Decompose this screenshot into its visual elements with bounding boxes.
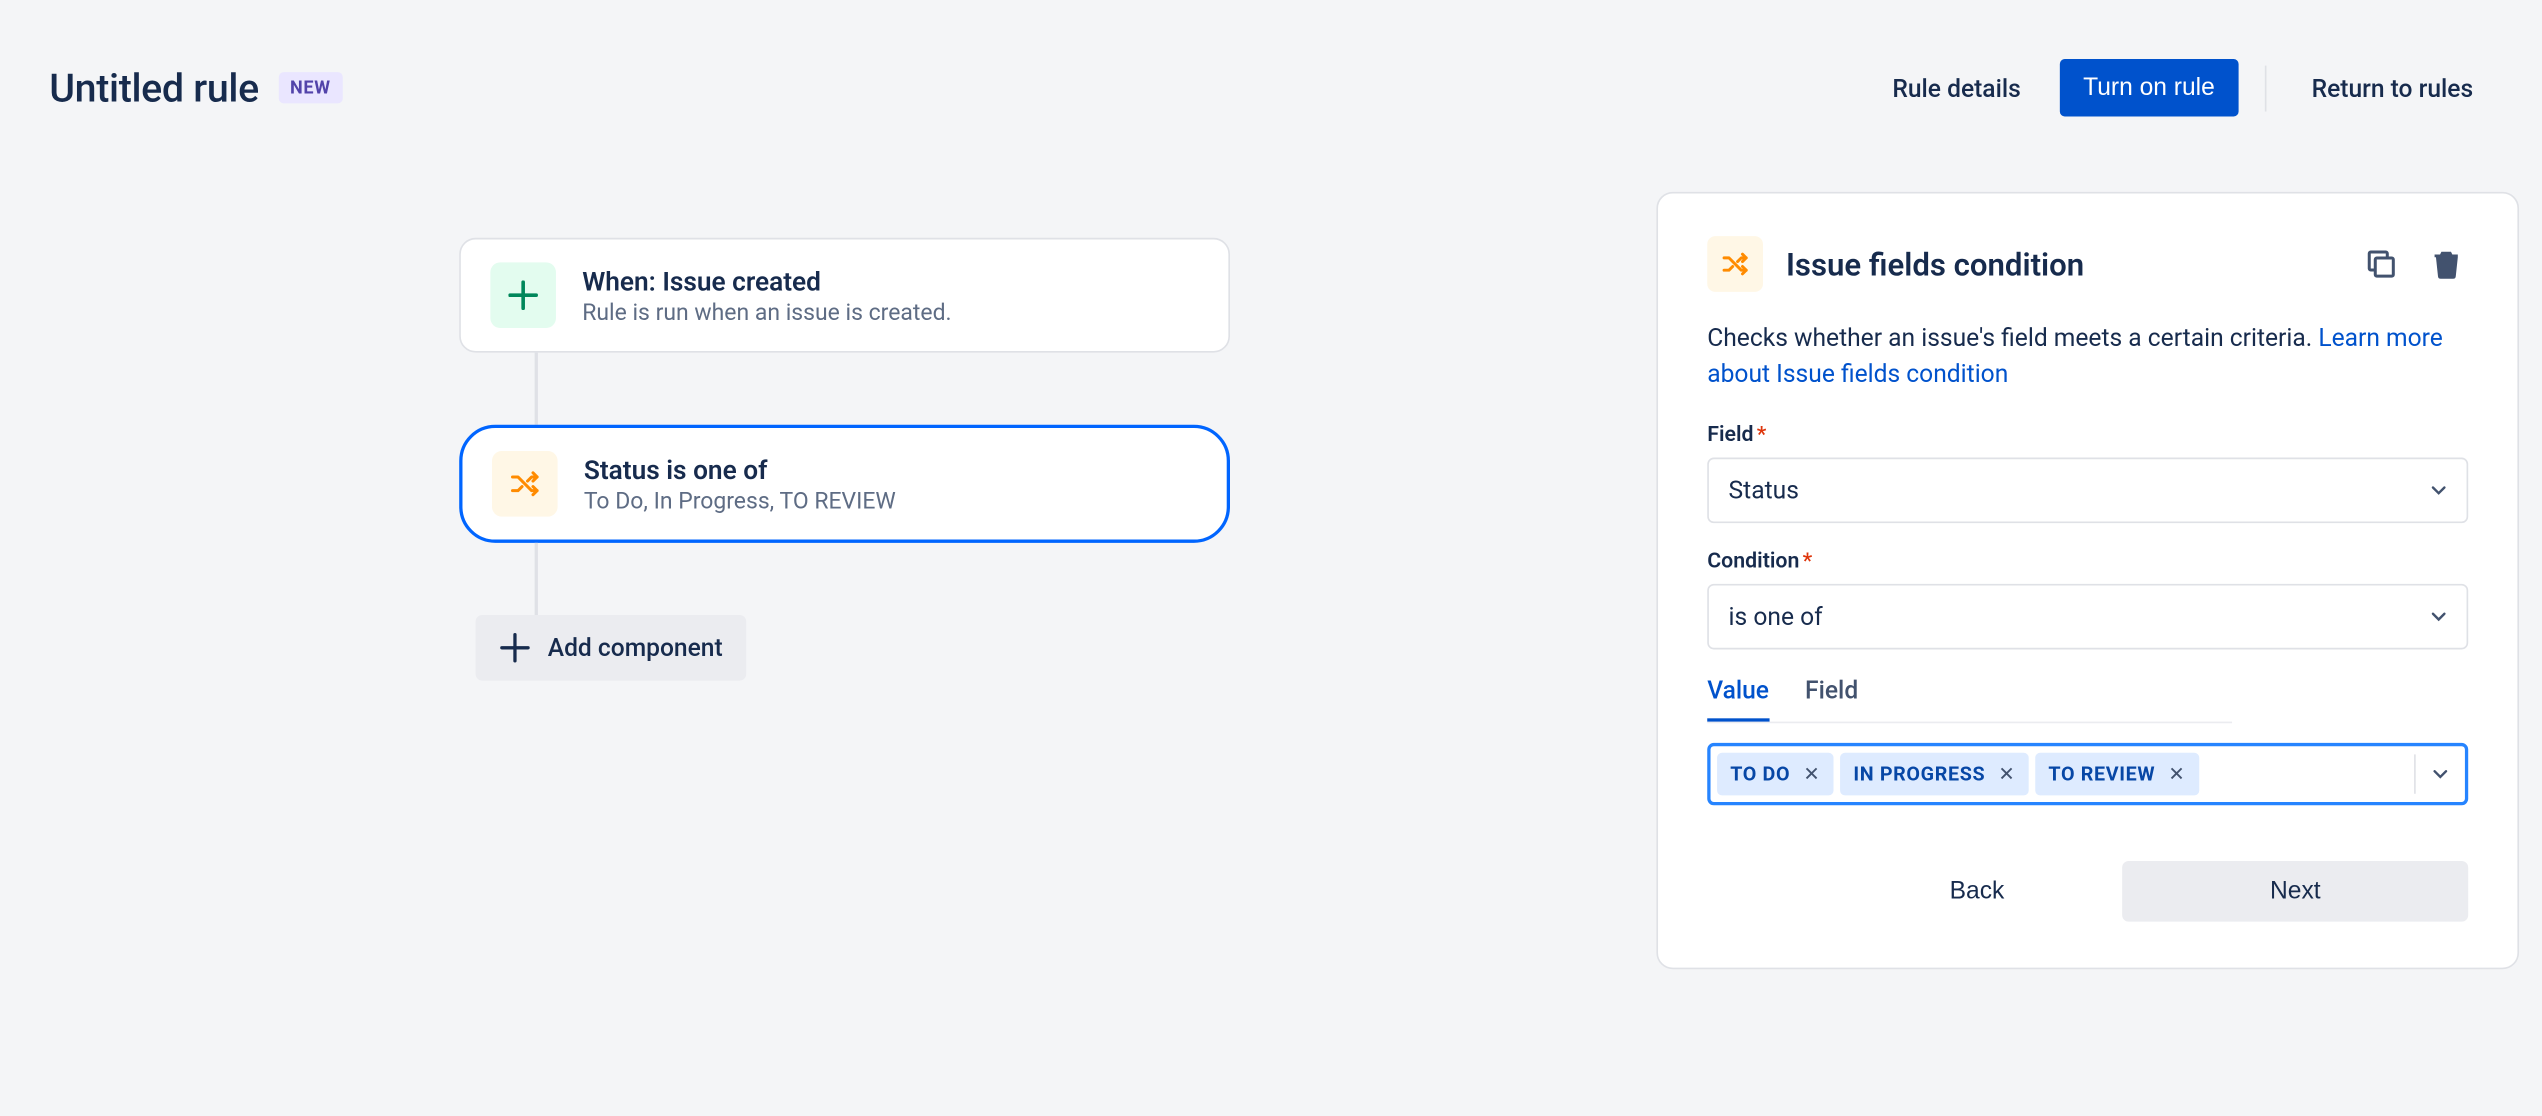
return-to-rules-link[interactable]: Return to rules — [2292, 60, 2493, 116]
page-header: Untitled rule NEW Rule details Turn on r… — [0, 0, 2542, 116]
shuffle-icon — [1707, 236, 1763, 292]
field-select[interactable]: Status — [1707, 457, 2468, 523]
tab-field[interactable]: Field — [1805, 675, 1858, 721]
copy-icon[interactable] — [2360, 243, 2403, 286]
chevron-down-icon[interactable] — [2429, 762, 2452, 785]
status-multiselect[interactable]: TO DO ✕ IN PROGRESS ✕ TO REVIEW ✕ — [1707, 742, 2468, 804]
new-badge: NEW — [279, 72, 343, 103]
rule-details-link[interactable]: Rule details — [1873, 60, 2041, 116]
panel-title: Issue fields condition — [1786, 245, 2337, 283]
chip-label: TO REVIEW — [2048, 762, 2155, 785]
back-button[interactable]: Back — [1851, 860, 2103, 921]
trigger-subtitle: Rule is run when an issue is created. — [582, 299, 951, 325]
condition-subtitle: To Do, In Progress, TO REVIEW — [584, 488, 896, 514]
connector-line — [535, 353, 538, 425]
rule-canvas: When: Issue created Rule is run when an … — [459, 238, 1312, 681]
add-component-button[interactable]: Add component — [476, 615, 746, 681]
multiselect-separator — [2414, 754, 2416, 793]
trigger-node[interactable]: When: Issue created Rule is run when an … — [459, 238, 1230, 353]
status-chip: TO DO ✕ — [1717, 752, 1834, 795]
chip-label: IN PROGRESS — [1853, 762, 1985, 785]
plus-icon — [490, 262, 556, 328]
chip-remove-icon[interactable]: ✕ — [1998, 762, 2015, 785]
chip-remove-icon[interactable]: ✕ — [1803, 762, 1820, 785]
field-select-value: Status — [1729, 475, 1799, 505]
next-button[interactable]: Next — [2122, 860, 2468, 921]
header-divider — [2264, 65, 2266, 111]
chevron-down-icon — [2427, 478, 2450, 501]
status-chip: IN PROGRESS ✕ — [1840, 752, 2028, 795]
condition-detail-panel: Issue fields condition Checks whether an… — [1656, 192, 2519, 969]
field-label: Field* — [1707, 422, 2468, 447]
add-component-label: Add component — [548, 633, 723, 663]
trigger-title: When: Issue created — [582, 265, 951, 296]
trash-icon[interactable] — [2426, 243, 2469, 286]
chip-label: TO DO — [1730, 762, 1790, 785]
condition-select-value: is one of — [1729, 601, 1823, 631]
value-field-tabs: Value Field — [1707, 675, 2232, 723]
condition-node[interactable]: Status is one of To Do, In Progress, TO … — [459, 425, 1230, 543]
condition-select[interactable]: is one of — [1707, 583, 2468, 649]
chip-remove-icon[interactable]: ✕ — [2168, 762, 2185, 785]
shuffle-icon — [492, 451, 558, 517]
plus-icon — [499, 631, 532, 664]
status-chip: TO REVIEW ✕ — [2035, 752, 2198, 795]
tab-value[interactable]: Value — [1707, 675, 1769, 721]
connector-line — [535, 543, 538, 615]
rule-title[interactable]: Untitled rule — [49, 65, 259, 111]
chevron-down-icon — [2427, 604, 2450, 627]
turn-on-rule-button[interactable]: Turn on rule — [2060, 59, 2238, 116]
condition-title: Status is one of — [584, 453, 896, 484]
condition-label: Condition* — [1707, 549, 2468, 574]
panel-description: Checks whether an issue's field meets a … — [1707, 321, 2468, 392]
